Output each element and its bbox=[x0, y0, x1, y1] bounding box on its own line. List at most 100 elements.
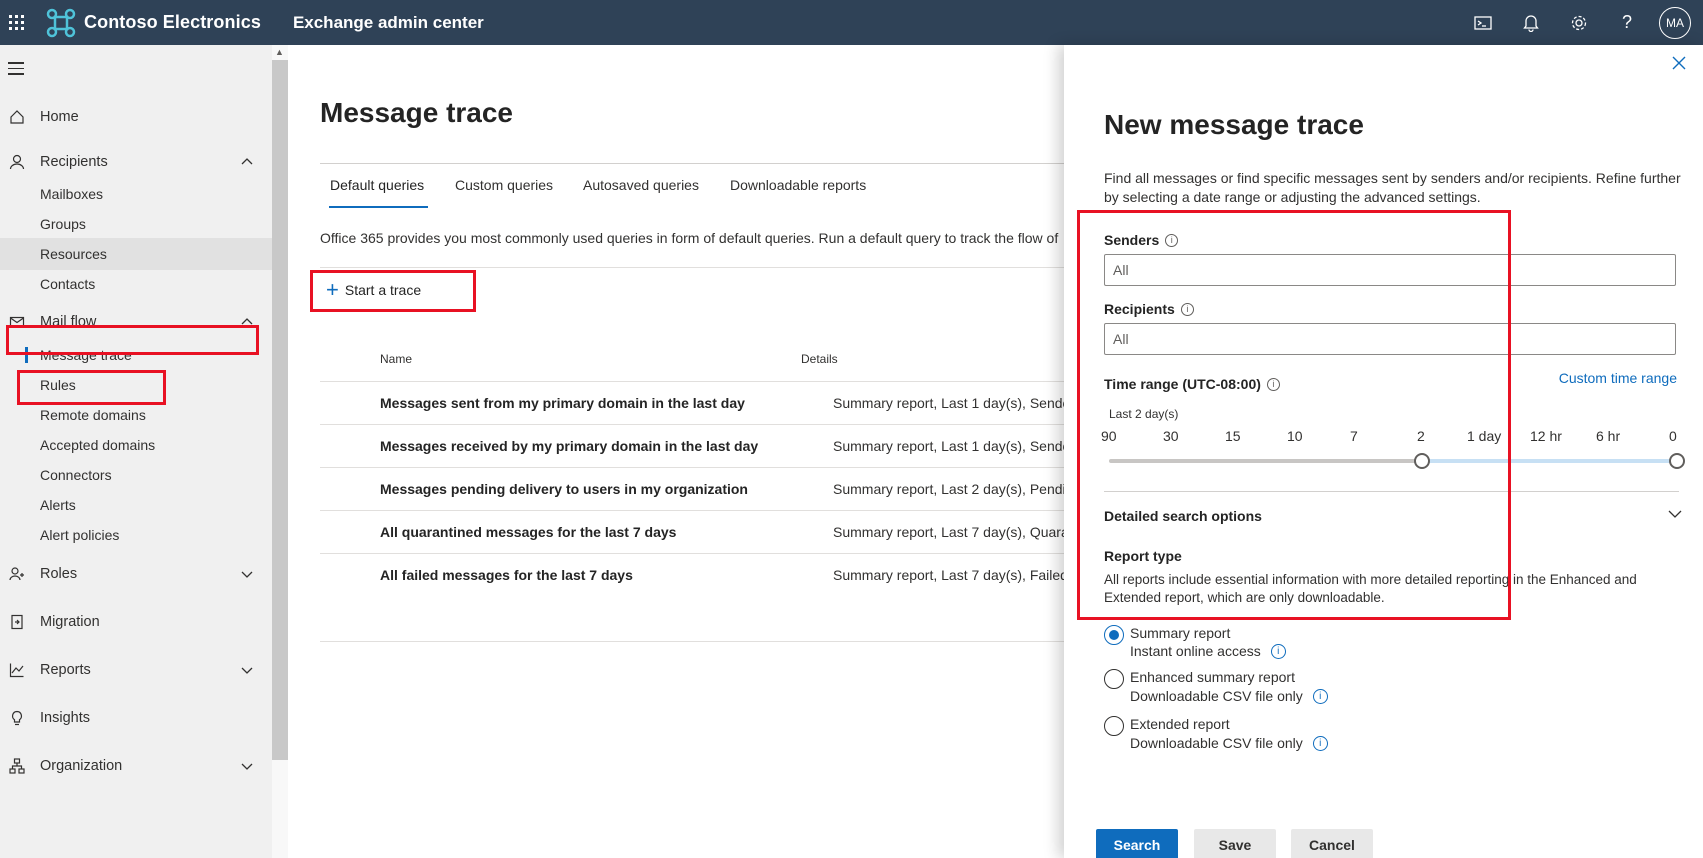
top-bar: Contoso Electronics Exchange admin cente… bbox=[0, 0, 1703, 45]
brand[interactable]: Contoso Electronics bbox=[46, 8, 261, 38]
row-name: Messages pending delivery to users in my… bbox=[380, 481, 748, 497]
scroll-up-arrow-icon[interactable]: ▲ bbox=[275, 47, 284, 57]
app-name[interactable]: Exchange admin center bbox=[293, 13, 484, 33]
nav-label: Migration bbox=[40, 614, 100, 630]
recipients-input[interactable] bbox=[1104, 323, 1676, 355]
sub-item-groups[interactable]: Groups bbox=[0, 208, 272, 240]
sub-item-message-trace[interactable]: Message trace bbox=[0, 339, 272, 371]
sub-item-accepted-domains[interactable]: Accepted domains bbox=[0, 429, 272, 461]
sub-item-contacts[interactable]: Contacts bbox=[0, 268, 272, 300]
tab-custom-queries[interactable]: Custom queries bbox=[455, 177, 553, 193]
table-row[interactable]: Messages received by my primary domain i… bbox=[320, 424, 1068, 467]
row-details: Summary report, Last 1 day(s), Sender: *… bbox=[833, 395, 1068, 411]
chevron-up-icon bbox=[241, 318, 253, 325]
cancel-button[interactable]: Cancel bbox=[1291, 829, 1373, 858]
sub-label: Connectors bbox=[40, 467, 112, 483]
sub-label: Alerts bbox=[40, 497, 76, 513]
chart-icon bbox=[8, 661, 26, 679]
sub-item-rules[interactable]: Rules bbox=[0, 369, 272, 401]
radio-label: Extended report bbox=[1130, 716, 1230, 732]
chevron-up-icon bbox=[241, 158, 253, 165]
nav-item-organization[interactable]: Organization bbox=[0, 746, 272, 786]
sub-label: Accepted domains bbox=[40, 437, 156, 453]
person-icon bbox=[8, 153, 26, 171]
active-tab-indicator bbox=[329, 206, 428, 208]
bell-icon[interactable] bbox=[1507, 0, 1555, 45]
sub-item-connectors[interactable]: Connectors bbox=[0, 459, 272, 491]
nav-item-recipients[interactable]: Recipients bbox=[0, 142, 272, 182]
info-icon[interactable]: i bbox=[1165, 233, 1179, 247]
chevron-down-icon[interactable] bbox=[1667, 506, 1683, 522]
info-icon[interactable]: i bbox=[1312, 688, 1328, 704]
start-trace-button[interactable]: + Start a trace bbox=[326, 277, 421, 303]
info-icon[interactable]: i bbox=[1180, 302, 1194, 316]
sub-label: Rules bbox=[40, 377, 76, 393]
row-name: All quarantined messages for the last 7 … bbox=[380, 524, 677, 540]
senders-input[interactable] bbox=[1104, 254, 1676, 286]
scrollbar-thumb[interactable] bbox=[272, 60, 288, 760]
nav-item-roles[interactable]: Roles bbox=[0, 554, 272, 594]
sub-label: Alert policies bbox=[40, 527, 120, 543]
tab-downloadable-reports[interactable]: Downloadable reports bbox=[730, 177, 866, 193]
info-icon[interactable]: i bbox=[1270, 643, 1286, 659]
detailed-search-options-toggle[interactable]: Detailed search options bbox=[1104, 508, 1262, 524]
divider bbox=[320, 267, 1068, 268]
enhanced-summary-report-radio[interactable] bbox=[1104, 669, 1124, 689]
nav-label: Insights bbox=[40, 710, 90, 726]
save-button[interactable]: Save bbox=[1194, 829, 1276, 858]
column-header-name[interactable]: Name bbox=[380, 352, 412, 366]
nav-scrollbar[interactable]: ▲ bbox=[272, 45, 288, 858]
nav-item-migration[interactable]: Migration bbox=[0, 602, 272, 642]
tab-default-queries[interactable]: Default queries bbox=[330, 177, 424, 193]
hamburger-menu-icon[interactable] bbox=[8, 62, 24, 79]
sub-item-mailboxes[interactable]: Mailboxes bbox=[0, 178, 272, 210]
radio-label: Summary report bbox=[1130, 625, 1231, 641]
table-row[interactable]: Messages sent from my primary domain in … bbox=[320, 381, 1068, 424]
row-name: Messages received by my primary domain i… bbox=[380, 438, 759, 454]
close-icon[interactable] bbox=[1669, 53, 1689, 73]
radio-sublabel: Downloadable CSV file only i bbox=[1130, 688, 1328, 704]
slider-tick-label: 0 bbox=[1669, 428, 1677, 444]
slider-tick-label: 12 hr bbox=[1530, 428, 1562, 444]
table-bottom-border bbox=[320, 641, 1068, 642]
nav-item-insights[interactable]: Insights bbox=[0, 698, 272, 738]
search-button[interactable]: Search bbox=[1096, 829, 1178, 858]
brand-name: Contoso Electronics bbox=[84, 12, 261, 32]
slider-end-handle[interactable] bbox=[1669, 453, 1685, 469]
nav-label: Mail flow bbox=[40, 314, 97, 330]
summary-report-radio[interactable] bbox=[1104, 625, 1124, 645]
row-name: All failed messages for the last 7 days bbox=[380, 567, 633, 583]
extended-report-radio[interactable] bbox=[1104, 716, 1124, 736]
home-icon bbox=[8, 108, 26, 126]
migration-icon bbox=[8, 613, 26, 631]
sub-label: Mailboxes bbox=[40, 186, 104, 202]
tab-autosaved-queries[interactable]: Autosaved queries bbox=[583, 177, 699, 193]
recipients-label: Recipients i bbox=[1104, 301, 1194, 317]
column-header-details[interactable]: Details bbox=[801, 352, 838, 366]
cloud-shell-icon[interactable] bbox=[1459, 0, 1507, 45]
main-content: Message trace Default queries Custom que… bbox=[288, 45, 1068, 858]
sub-item-alert-policies[interactable]: Alert policies bbox=[0, 519, 272, 551]
custom-time-range-link[interactable]: Custom time range bbox=[1559, 370, 1677, 386]
table-row[interactable]: All failed messages for the last 7 days … bbox=[320, 553, 1068, 596]
info-icon[interactable]: i bbox=[1312, 735, 1328, 751]
table-row[interactable]: All quarantined messages for the last 7 … bbox=[320, 510, 1068, 553]
info-icon[interactable]: i bbox=[1266, 377, 1280, 391]
gear-icon[interactable] bbox=[1555, 0, 1603, 45]
help-icon[interactable]: ? bbox=[1603, 0, 1651, 45]
app-launcher-icon[interactable] bbox=[0, 0, 30, 45]
nav-item-home[interactable]: Home bbox=[0, 97, 272, 137]
sub-item-remote-domains[interactable]: Remote domains bbox=[0, 399, 272, 431]
sub-item-alerts[interactable]: Alerts bbox=[0, 489, 272, 521]
nav-label: Roles bbox=[40, 566, 78, 582]
slider-tick-label: 30 bbox=[1163, 428, 1179, 444]
nav-item-reports[interactable]: Reports bbox=[0, 650, 272, 690]
sub-item-resources[interactable]: Resources bbox=[0, 238, 272, 270]
nav-item-mail-flow[interactable]: Mail flow bbox=[0, 302, 272, 342]
avatar[interactable]: MA bbox=[1659, 6, 1691, 39]
table-row[interactable]: Messages pending delivery to users in my… bbox=[320, 467, 1068, 510]
slider-start-handle[interactable] bbox=[1414, 453, 1430, 469]
time-range-value: Last 2 day(s) bbox=[1109, 407, 1179, 421]
slider-tick-label: 2 bbox=[1417, 428, 1425, 444]
slider-tick-label: 90 bbox=[1101, 428, 1117, 444]
